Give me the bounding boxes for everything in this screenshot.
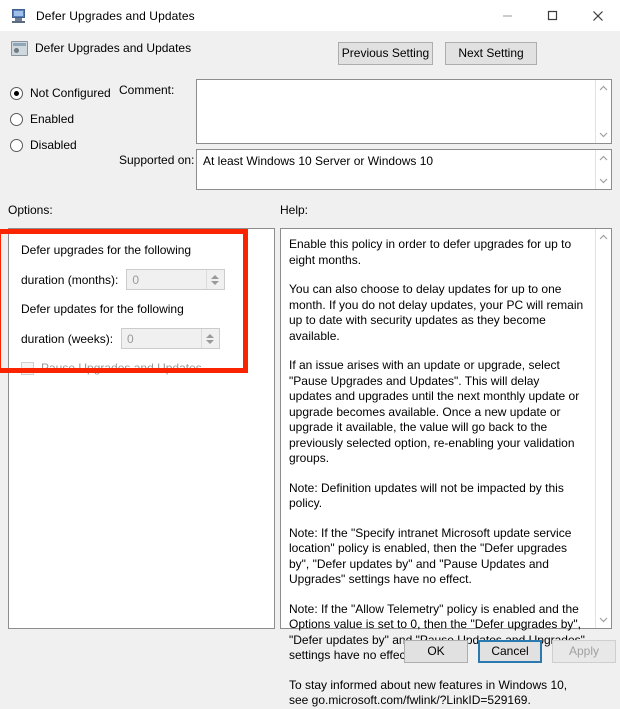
- supported-on-label: Supported on:: [119, 153, 195, 167]
- help-paragraph: Note: If the "Specify intranet Microsoft…: [289, 525, 572, 587]
- comment-input[interactable]: [196, 79, 612, 144]
- defer-upgrades-row: duration (months): 0: [21, 269, 226, 290]
- upgrade-duration-value: 0: [132, 272, 140, 287]
- ok-button[interactable]: OK: [404, 640, 468, 663]
- scroll-up-icon[interactable]: [596, 81, 611, 95]
- upgrade-duration-label: duration (months):: [21, 272, 119, 287]
- update-duration-label: duration (weeks):: [21, 331, 114, 346]
- help-paragraph: To stay informed about new features in W…: [289, 677, 568, 708]
- scroll-up-icon[interactable]: [596, 230, 611, 244]
- stepper-down-icon[interactable]: [206, 339, 215, 344]
- scroll-down-icon[interactable]: [596, 613, 611, 627]
- help-content: Enable this policy in order to defer upg…: [289, 237, 585, 709]
- help-panel: Enable this policy in order to defer upg…: [280, 228, 612, 707]
- scroll-up-icon[interactable]: [596, 151, 611, 165]
- radio-label: Disabled: [30, 138, 77, 152]
- help-section-label: Help:: [280, 203, 309, 217]
- radio-indicator-icon: [10, 86, 23, 100]
- radio-not-configured[interactable]: Not Configured: [10, 80, 111, 106]
- help-paragraph: Enable this policy in order to defer upg…: [289, 237, 572, 267]
- stepper-down-icon[interactable]: [211, 280, 220, 285]
- help-paragraph: If an issue arises with an update or upg…: [289, 358, 580, 465]
- stepper-buttons[interactable]: [201, 329, 218, 348]
- supported-on-scrollbar[interactable]: [595, 150, 611, 189]
- options-panel: Defer upgrades for the following duratio…: [8, 228, 275, 629]
- radio-enabled[interactable]: Enabled: [10, 106, 111, 132]
- comment-scrollbar[interactable]: [595, 80, 611, 143]
- radio-disabled[interactable]: Disabled: [10, 132, 111, 158]
- defer-updates-text: Defer updates for the following: [21, 302, 184, 316]
- policy-state-radio-group: Not Configured Enabled Disabled: [10, 80, 111, 158]
- update-duration-value: 0: [127, 331, 134, 346]
- maximize-button[interactable]: [530, 0, 575, 31]
- minimize-button[interactable]: [485, 0, 530, 31]
- monitor-icon: [11, 8, 27, 23]
- radio-indicator-icon: [10, 112, 23, 126]
- scroll-down-icon[interactable]: [596, 128, 611, 142]
- policy-setting-icon: [11, 41, 28, 56]
- window-title: Defer Upgrades and Updates: [36, 8, 195, 23]
- pause-upgrades-label: Pause Upgrades and Updates: [41, 361, 202, 375]
- comment-label: Comment:: [119, 83, 175, 97]
- apply-button: Apply: [552, 640, 616, 663]
- defer-upgrades-text: Defer upgrades for the following: [21, 243, 192, 257]
- radio-label: Enabled: [30, 112, 75, 126]
- upgrade-duration-stepper[interactable]: 0: [126, 269, 226, 290]
- close-button[interactable]: [575, 0, 620, 31]
- stepper-up-icon[interactable]: [211, 274, 220, 279]
- stepper-up-icon[interactable]: [206, 333, 215, 338]
- help-scrollbar[interactable]: [595, 229, 611, 628]
- options-section-label: Options:: [8, 203, 53, 217]
- title-bar: Defer Upgrades and Updates: [0, 0, 620, 31]
- help-paragraph: Note: Definition updates will not be imp…: [289, 480, 564, 511]
- update-duration-stepper[interactable]: 0: [121, 328, 221, 349]
- window-controls: [485, 0, 620, 31]
- radio-indicator-icon: [10, 138, 23, 152]
- previous-setting-button[interactable]: Previous Setting: [338, 42, 433, 65]
- navigation-buttons: Previous Setting Next Setting: [338, 42, 537, 65]
- setting-title: Defer Upgrades and Updates: [35, 41, 192, 55]
- help-paragraph: You can also choose to delay updates for…: [289, 282, 584, 343]
- cancel-button[interactable]: Cancel: [478, 640, 542, 663]
- scroll-down-icon[interactable]: [596, 174, 611, 188]
- defer-updates-row: duration (weeks): 0: [21, 328, 225, 349]
- pause-upgrades-checkbox[interactable]: Pause Upgrades and Updates: [21, 361, 225, 375]
- next-setting-button[interactable]: Next Setting: [445, 42, 537, 65]
- checkbox-indicator-icon: [21, 361, 34, 375]
- supported-on-field[interactable]: At least Windows 10 Server or Windows 10: [196, 149, 612, 190]
- options-content: Defer upgrades for the following duratio…: [9, 229, 226, 375]
- radio-label: Not Configured: [30, 86, 111, 100]
- supported-on-value: At least Windows 10 Server or Windows 10: [203, 154, 434, 168]
- dialog-footer: OK Cancel Apply: [404, 640, 616, 663]
- stepper-buttons[interactable]: [206, 270, 223, 289]
